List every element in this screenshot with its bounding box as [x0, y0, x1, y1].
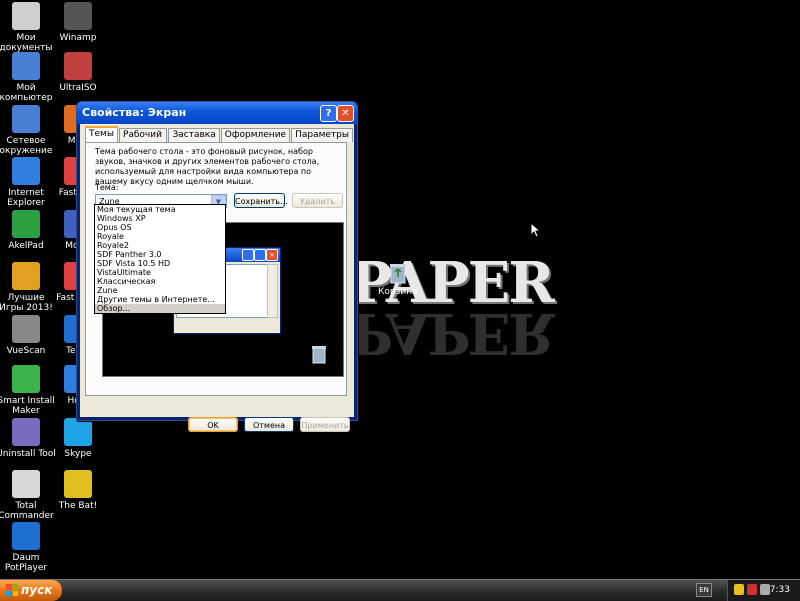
theme-option[interactable]: SDF Panther 3.0 [95, 250, 225, 259]
help-button[interactable]: ? [320, 105, 337, 122]
start-button[interactable]: пуск [0, 580, 62, 601]
desktop-icon-item[interactable]: The Bat! [48, 470, 108, 511]
windows-flag-icon [6, 584, 18, 596]
desktop-icon-item[interactable]: UltraISO [48, 52, 108, 93]
theme-dropdown-list: Моя текущая тема Windows XP Opus OS Royale R… [94, 204, 226, 314]
the-bat-icon [64, 470, 92, 498]
theme-option[interactable]: Royale [95, 232, 225, 241]
security-shield-icon[interactable] [734, 584, 744, 595]
theme-option[interactable]: Классическая [95, 277, 225, 286]
language-indicator[interactable]: EN [696, 583, 712, 597]
theme-option[interactable]: Windows XP [95, 214, 225, 223]
antivirus-icon[interactable] [747, 584, 757, 595]
dialog-title: Свойства: Экран [82, 106, 187, 119]
desktop-icon-item[interactable]: Winamp [48, 2, 108, 43]
games-icon [12, 262, 40, 290]
mouse-cursor-icon [530, 222, 542, 238]
wallpaper-reflection: PAPER [350, 300, 553, 366]
tab-screensaver[interactable]: Заставка [168, 128, 220, 142]
recycle-bin-label[interactable]: Корзина [378, 287, 418, 297]
recycle-bin-icon[interactable] [388, 262, 408, 284]
theme-option[interactable]: Zune [95, 286, 225, 295]
tab-appearance[interactable]: Оформление [220, 128, 291, 142]
winamp-icon [64, 2, 92, 30]
clock[interactable]: 7:33 [770, 585, 790, 595]
theme-option[interactable]: Opus OS [95, 223, 225, 232]
system-tray: 7:33 [727, 580, 800, 601]
theme-option[interactable]: Обзор... [95, 304, 225, 313]
preview-close-icon: × [266, 249, 278, 261]
theme-label: Тема: [95, 183, 119, 192]
volume-icon[interactable] [760, 584, 770, 595]
apply-button[interactable]: Применить [300, 417, 350, 432]
ie-icon [12, 157, 40, 185]
desktop-icon-item[interactable]: Skype [48, 418, 108, 459]
potplayer-icon [12, 522, 40, 550]
close-button[interactable]: ✕ [337, 105, 354, 122]
total-commander-icon [12, 470, 40, 498]
preview-maximize-icon [254, 249, 266, 261]
delete-theme-button[interactable]: Удалить [292, 193, 343, 208]
preview-recycle-bin-icon [312, 346, 326, 364]
desktop-icon-label: Winamp [59, 33, 97, 43]
dialog-titlebar[interactable]: Свойства: Экран ? ✕ [77, 102, 357, 124]
desktop-icon-item[interactable]: Daum PotPlayer [0, 522, 56, 573]
theme-option[interactable]: VistaUltimate [95, 268, 225, 277]
preview-scrollbar [267, 264, 278, 318]
start-label: пуск [21, 583, 53, 597]
taskbar: пуск 7:33 [0, 579, 800, 601]
ultraiso-icon [64, 52, 92, 80]
tab-strip: Темы Рабочий стол Заставка Оформление Па… [85, 126, 354, 153]
my-documents-icon [12, 2, 40, 30]
desktop-icon-label: Skype [64, 449, 92, 459]
theme-option[interactable]: Royale2 [95, 241, 225, 250]
tab-settings[interactable]: Параметры [291, 128, 353, 142]
theme-option[interactable]: Моя текущая тема [95, 205, 225, 214]
theme-option[interactable]: SDF Vista 10.5 HD [95, 259, 225, 268]
skype-icon [64, 418, 92, 446]
themes-description: Тема рабочего стола - это фоновый рисуно… [95, 147, 320, 186]
tab-themes[interactable]: Темы [85, 126, 118, 143]
smart-install-icon [12, 365, 40, 393]
cancel-button[interactable]: Отмена [244, 417, 294, 432]
my-computer-icon [12, 52, 40, 80]
ok-button[interactable]: OK [188, 417, 238, 432]
theme-option[interactable]: Другие темы в Интернете... [95, 295, 225, 304]
vuescan-icon [12, 315, 40, 343]
desktop-icon-label: The Bat! [58, 501, 98, 511]
network-icon [12, 105, 40, 133]
preview-minimize-icon [242, 249, 254, 261]
desktop-icon-label: Daum PotPlayer [4, 553, 48, 573]
save-theme-button[interactable]: Сохранить... [234, 193, 288, 208]
akelpad-icon [12, 210, 40, 238]
desktop-icon-label: UltraISO [59, 83, 97, 93]
tab-desktop[interactable]: Рабочий стол [118, 128, 168, 153]
uninstall-icon [12, 418, 40, 446]
